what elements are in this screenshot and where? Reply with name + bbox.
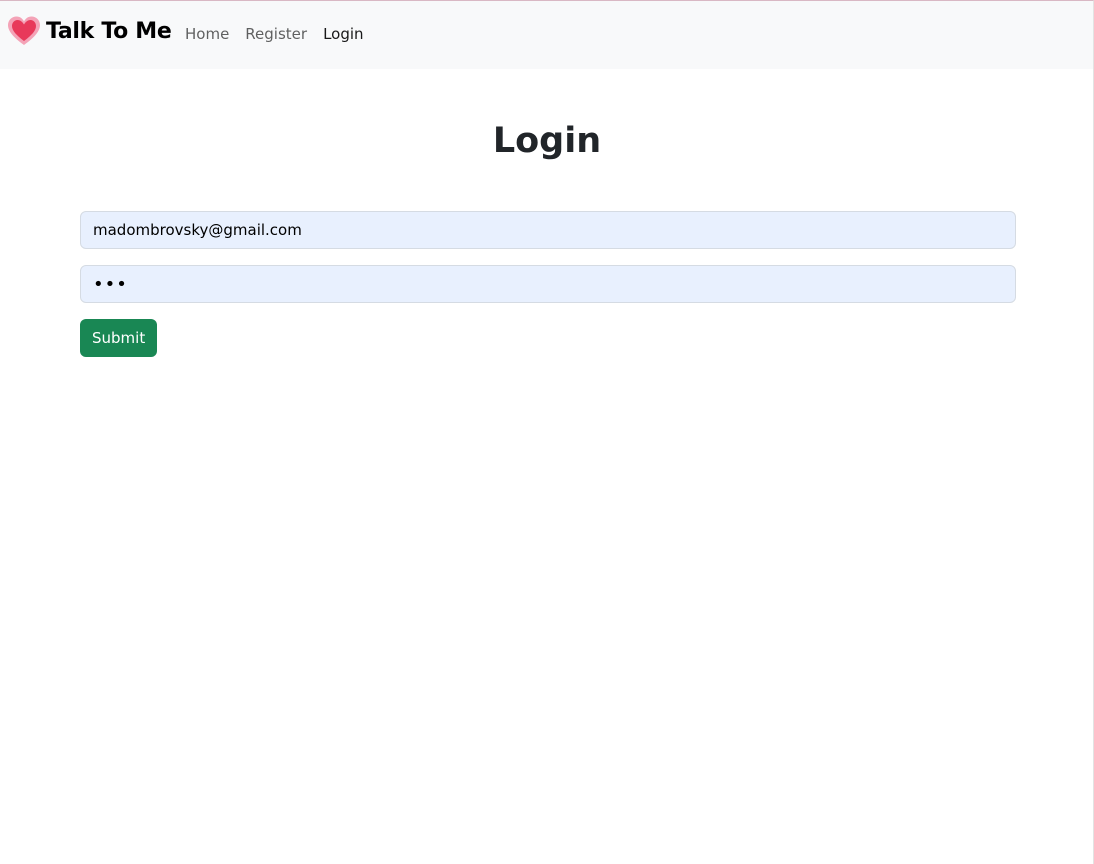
nav-link-register[interactable]: Register xyxy=(245,25,307,43)
submit-button[interactable]: Submit xyxy=(80,319,158,357)
nav-link-login[interactable]: Login xyxy=(323,25,363,43)
navbar: Talk To Me Home Register Login xyxy=(0,1,1093,69)
heart-icon xyxy=(8,16,40,45)
page: Talk To Me Home Register Login Login Sub… xyxy=(0,0,1094,864)
login-form: Submit xyxy=(80,211,1016,357)
nav-link-home[interactable]: Home xyxy=(185,25,229,43)
brand-link[interactable]: Talk To Me xyxy=(7,15,172,47)
email-field[interactable] xyxy=(80,211,1016,249)
page-title: Login xyxy=(492,121,602,161)
brand-name: Talk To Me xyxy=(46,18,172,44)
password-field[interactable] xyxy=(80,265,1016,303)
nav-links: Home Register Login xyxy=(185,25,380,43)
